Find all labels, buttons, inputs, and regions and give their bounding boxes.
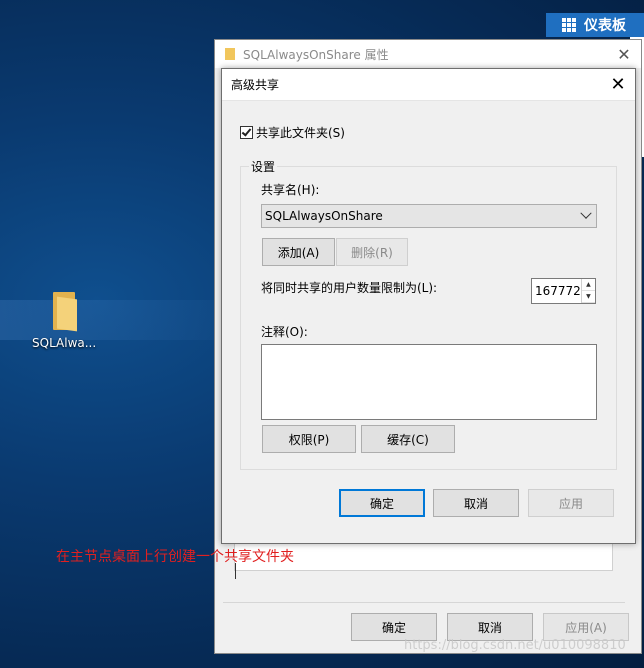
- comment-field[interactable]: [261, 344, 597, 420]
- folder-icon: [225, 48, 235, 60]
- permissions-button[interactable]: 权限(P): [262, 425, 356, 453]
- dashboard-label: 仪表板: [584, 18, 626, 34]
- apply-button[interactable]: 应用: [528, 489, 614, 517]
- properties-title-bar[interactable]: SQLAlwaysOnShare 属性 ✕: [215, 40, 641, 68]
- desktop-folder-label: SQLAlwa...: [32, 336, 97, 350]
- watermark: https://blog.csdn.net/u010098810: [404, 638, 626, 653]
- remove-button[interactable]: 删除(R): [336, 238, 408, 266]
- share-name-value: SQLAlwaysOnShare: [265, 209, 383, 223]
- advanced-sharing-title-bar[interactable]: 高级共享 ✕: [222, 69, 635, 101]
- share-folder-checkbox[interactable]: [240, 126, 253, 139]
- properties-ok-button[interactable]: 确定: [351, 613, 437, 641]
- properties-cancel-button[interactable]: 取消: [447, 613, 533, 641]
- comment-label: 注释(O):: [261, 325, 308, 339]
- properties-title: SQLAlwaysOnShare 属性: [243, 47, 389, 62]
- folder-icon: [51, 292, 77, 332]
- user-limit-value: 167772: [535, 284, 581, 298]
- share-folder-label: 共享此文件夹(S): [256, 126, 345, 140]
- close-icon[interactable]: ✕: [601, 74, 635, 95]
- desktop-folder-shortcut[interactable]: SQLAlwa...: [32, 292, 96, 350]
- divider: [223, 602, 625, 603]
- caching-button[interactable]: 缓存(C): [361, 425, 455, 453]
- user-limit-stepper[interactable]: 167772 ▲ ▼: [531, 278, 596, 304]
- cancel-button[interactable]: 取消: [433, 489, 519, 517]
- share-name-select[interactable]: SQLAlwaysOnShare: [261, 204, 597, 228]
- user-limit-label: 将同时共享的用户数量限制为(L):: [261, 281, 438, 295]
- add-button[interactable]: 添加(A): [262, 238, 335, 266]
- chevron-down-icon: [580, 207, 592, 219]
- annotation-cursor-line: [235, 563, 236, 579]
- properties-apply-button[interactable]: 应用(A): [543, 613, 629, 641]
- annotation-text: 在主节点桌面上行创建一个共享文件夹: [56, 549, 294, 565]
- advanced-sharing-dialog: 高级共享 ✕ 共享此文件夹(S) 设置 共享名(H): SQLAlwaysOnS…: [221, 68, 636, 544]
- share-name-label: 共享名(H):: [261, 183, 320, 197]
- dashboard-button[interactable]: 仪表板: [546, 13, 644, 37]
- settings-group-label: 设置: [249, 158, 278, 175]
- share-folder-checkbox-row[interactable]: 共享此文件夹(S): [240, 124, 345, 141]
- ok-button[interactable]: 确定: [339, 489, 425, 517]
- close-icon[interactable]: ✕: [607, 45, 641, 64]
- advanced-sharing-title: 高级共享: [231, 78, 280, 92]
- chevron-down-icon[interactable]: ▼: [581, 291, 595, 303]
- dashboard-grid-icon: [562, 18, 576, 32]
- chevron-up-icon[interactable]: ▲: [581, 279, 595, 291]
